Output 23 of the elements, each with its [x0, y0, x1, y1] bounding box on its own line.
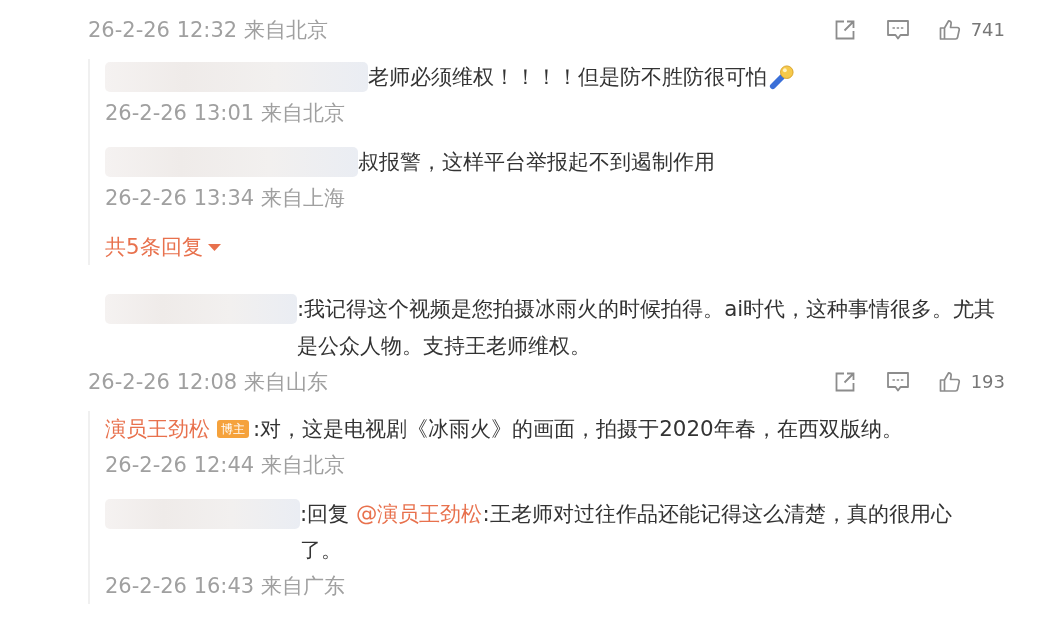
like-button[interactable]: 741 [937, 18, 1005, 42]
thumbs-up-icon [937, 370, 962, 394]
comment-icon[interactable] [885, 371, 910, 393]
author-tag: 博主 [217, 420, 249, 438]
microphone-icon [768, 63, 795, 91]
author-name-link[interactable]: 演员王劲松 [105, 411, 210, 447]
comment-time: 26-2-26 13:01 来自北京 [105, 100, 345, 127]
reply-text: :对，这是电视剧《冰雨火》的画面，拍摄于2020年春，在西双版纳。 [253, 415, 903, 443]
more-replies-link[interactable]: 共5条回复 [105, 229, 221, 265]
comment-time: 26-2-26 12:08 来自山东 [88, 369, 328, 396]
comment-text: :我记得这个视频是您拍摄冰雨火的时候拍得。ai时代，这种事情很多。尤其是公众人物。支持王老师维权。 [297, 295, 997, 360]
mention-link[interactable]: @演员王劲松 [356, 501, 483, 526]
reply-text: 老师必须维权！！！！但是防不胜防很可怕 [368, 63, 767, 91]
comment-time: 26-2-26 13:34 来自上海 [105, 185, 345, 212]
comment-time: 26-2-26 12:44 来自北京 [105, 452, 345, 479]
thumbs-up-icon [937, 18, 962, 42]
like-button[interactable]: 193 [937, 370, 1005, 394]
comment-icon[interactable] [885, 19, 910, 41]
caret-icon [207, 243, 221, 251]
comment-time: 26-2-26 12:32 来自北京 [88, 17, 328, 44]
reply-text: :回复 @演员王劲松:王老师对过往作品还能记得这么清楚，真的很用心了。 [300, 500, 953, 564]
reply-text: 叔报警，这样平台举报起不到遏制作用 [358, 148, 715, 176]
comment-time: 26-2-26 16:43 来自广东 [105, 573, 345, 600]
